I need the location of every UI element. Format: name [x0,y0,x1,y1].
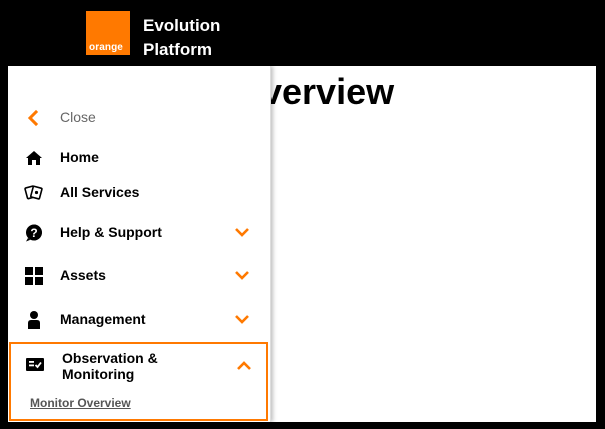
help-icon: ? [24,223,44,243]
person-icon [24,310,44,330]
top-header: orange Evolution Platform [8,4,596,66]
brand-line-2: Platform [143,40,212,59]
orange-logo[interactable]: orange [86,11,130,55]
sidebar-item-all-services[interactable]: All Services [8,177,270,207]
brand-title: Evolution Platform [143,14,220,62]
chevron-down-icon[interactable] [234,224,250,240]
sub-item-monitor-overview[interactable]: Monitor Overview [30,396,131,410]
sidebar-item-home[interactable]: Home [8,142,270,172]
sidebar-item-label: Assets [60,267,106,283]
close-label: Close [60,109,96,125]
monitor-check-icon [25,356,45,374]
chevron-down-icon[interactable] [234,311,250,327]
sidebar-item-help-support[interactable]: ? Help & Support [8,217,270,247]
sidebar-item-label: Observation & Monitoring [62,350,158,382]
chevron-down-icon[interactable] [234,267,250,283]
services-icon [24,183,44,203]
app-window: orange Evolution Platform Overview Close… [8,4,596,422]
sidebar-item-label: Home [60,149,99,165]
sidebar-item-label: Help & Support [60,224,162,240]
sidebar-item-management[interactable]: Management [8,304,270,334]
brand-line-1: Evolution [143,16,221,35]
sidebar-item-label: Management [60,311,146,327]
close-button[interactable]: Close [8,102,270,132]
grid-icon [24,266,44,286]
side-navigation: Close Home All Services ? Help & Support… [8,66,271,422]
sidebar-item-observation-monitoring[interactable]: Observation & Monitoring Monitor Overvie… [9,342,268,421]
logo-text: orange [89,42,123,53]
home-icon [24,148,44,168]
chevron-left-icon [24,108,44,128]
sidebar-item-assets[interactable]: Assets [8,260,270,290]
sidebar-item-label: All Services [60,184,140,200]
svg-text:?: ? [30,226,37,240]
chevron-up-icon[interactable] [236,358,252,374]
